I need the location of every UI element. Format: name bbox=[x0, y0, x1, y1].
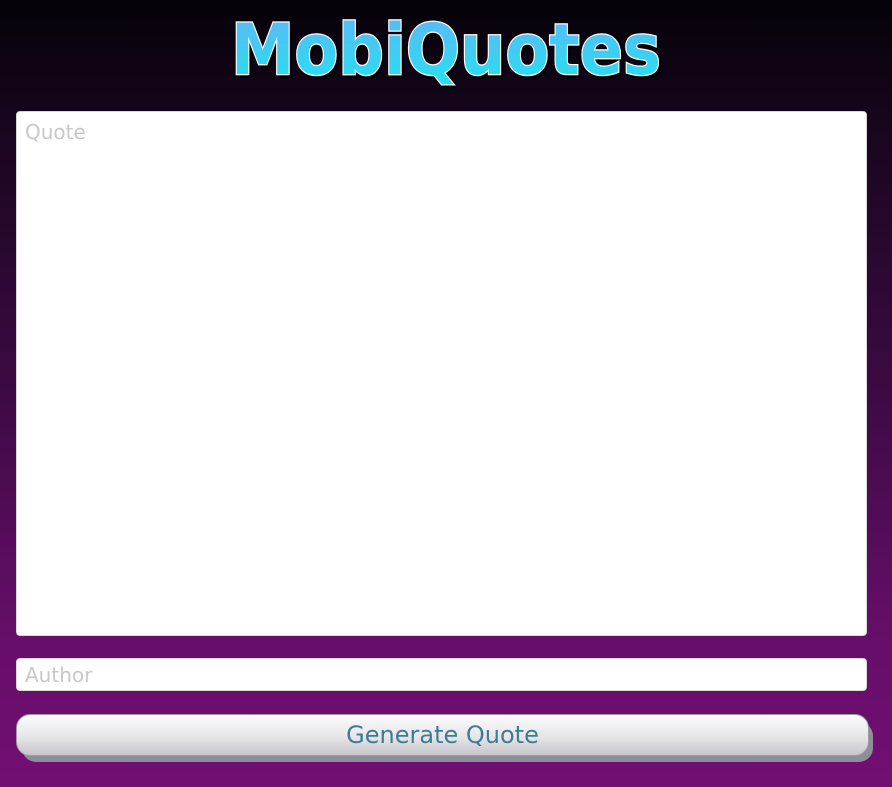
logo: MobiQuotes MobiQuotes bbox=[0, 6, 892, 90]
generate-quote-button[interactable]: Generate Quote bbox=[16, 714, 869, 756]
logo-text: MobiQuotes bbox=[231, 9, 661, 90]
author-input[interactable] bbox=[16, 658, 867, 691]
quote-textarea[interactable] bbox=[16, 111, 867, 636]
